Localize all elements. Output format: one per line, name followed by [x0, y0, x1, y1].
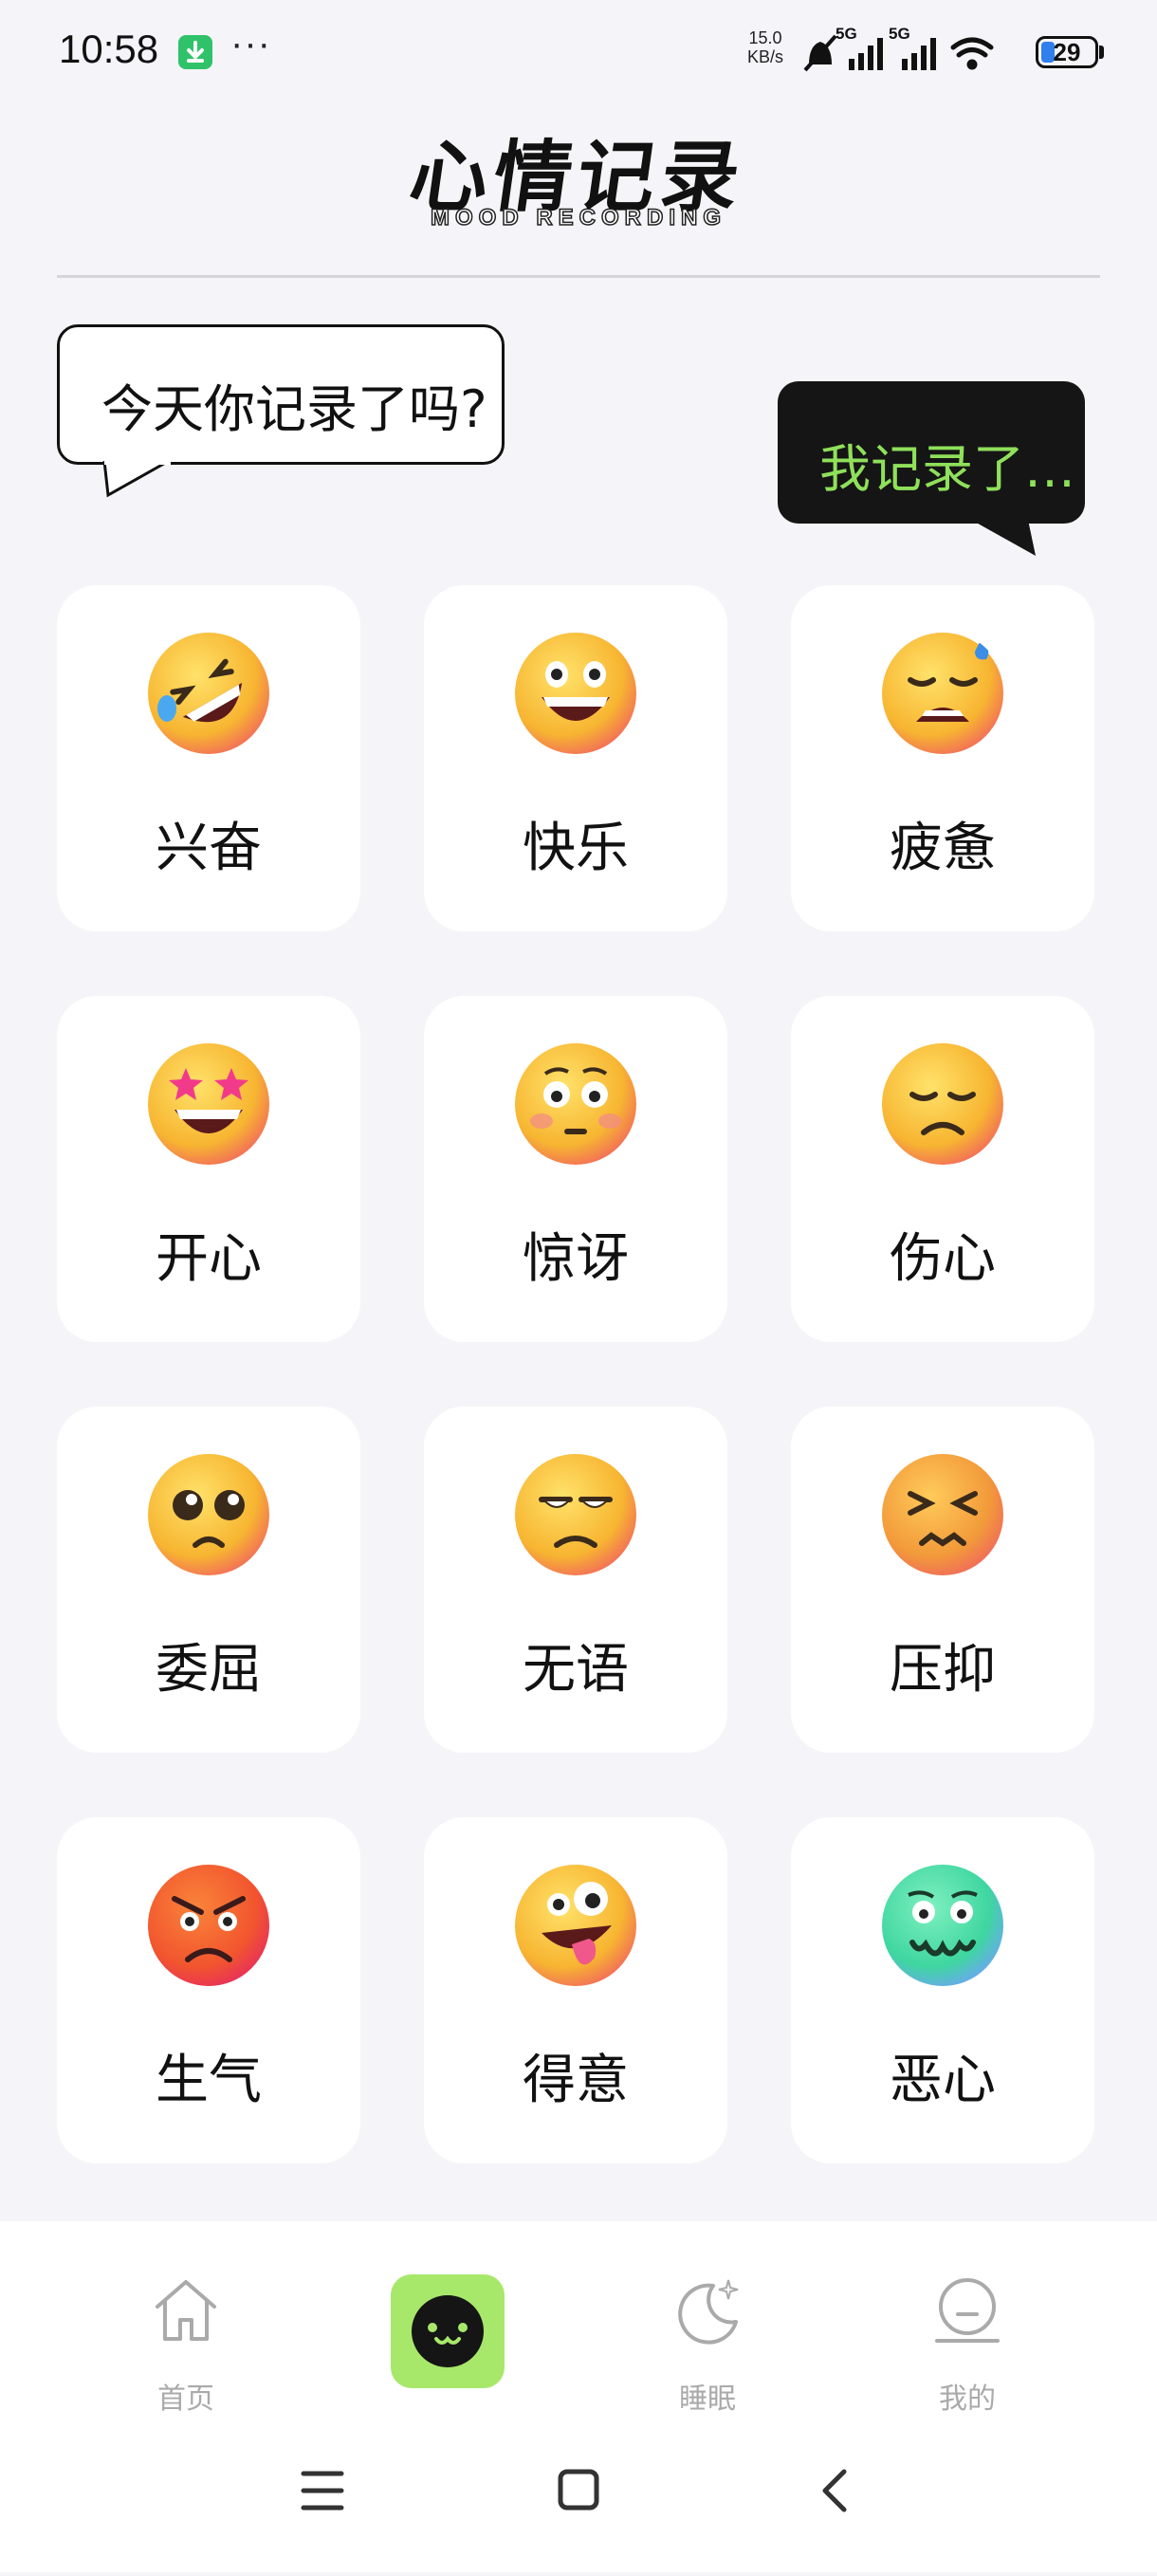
mood-label: 恶心 [890, 2050, 996, 2111]
battery-level: 29 [1053, 38, 1081, 66]
header-divider [57, 275, 1100, 278]
status-time: 10:58 [59, 27, 159, 71]
sad-emoji-icon [882, 1043, 1003, 1165]
mood-label: 伤心 [890, 1228, 996, 1290]
network-type-1: 5G [836, 25, 857, 43]
grinning-emoji-icon [515, 633, 636, 754]
nauseated-emoji-icon [882, 1865, 1003, 1986]
question-bubble-tail [102, 461, 171, 498]
mood-card-angry[interactable]: 生气 [57, 1817, 360, 2163]
answer-bubble: 我记录了… [778, 381, 1085, 524]
flushed-emoji-icon [515, 1043, 636, 1165]
wifi-icon [950, 37, 994, 70]
mood-face-icon [412, 2295, 484, 2367]
mute-bell-icon [803, 34, 837, 72]
zany-emoji-icon [515, 1865, 636, 1986]
tab-home[interactable]: 首页 [91, 2272, 281, 2416]
tab-label: 睡眠 [679, 2383, 736, 2416]
mood-card-surprised[interactable]: 惊讶 [424, 996, 727, 1342]
network-type-2: 5G [889, 25, 910, 43]
speed-unit: KB/s [747, 47, 784, 66]
tab-profile[interactable]: 我的 [872, 2272, 1062, 2416]
mood-card-speechless[interactable]: 无语 [424, 1407, 727, 1753]
mood-label: 得意 [523, 2050, 629, 2111]
tired-sweat-emoji-icon [882, 633, 1003, 754]
home-nav-icon[interactable] [558, 2469, 599, 2511]
mood-label: 快乐 [523, 818, 629, 879]
answer-text: 我记录了… [819, 439, 1075, 499]
unamused-emoji-icon [515, 1454, 636, 1575]
mood-label: 生气 [156, 2050, 262, 2111]
tab-sleep[interactable]: 睡眠 [613, 2272, 802, 2416]
battery-tip [1099, 46, 1104, 59]
mood-card-tired[interactable]: 疲惫 [791, 585, 1094, 931]
system-nav-bar [0, 2428, 1157, 2572]
network-speed: 15.0 KB/s [747, 28, 783, 66]
mood-label: 疲惫 [890, 818, 996, 879]
mood-card-wronged[interactable]: 委屈 [57, 1407, 360, 1753]
status-bar: 10:58 ··· 15.0 KB/s 5G 5G 29 [0, 0, 1157, 104]
battery-icon: 29 [1036, 36, 1098, 68]
speed-value: 15.0 [748, 28, 782, 47]
tab-label: 首页 [157, 2383, 214, 2416]
mood-card-happy[interactable]: 快乐 [424, 585, 727, 931]
more-notifications-icon: ··· [230, 23, 271, 64]
question-bubble: 今天你记录了吗? [57, 324, 505, 465]
question-text: 今天你记录了吗? [101, 379, 487, 439]
mood-card-joyful[interactable]: 开心 [57, 996, 360, 1342]
star-struck-emoji-icon [148, 1043, 269, 1165]
mood-card-smug[interactable]: 得意 [424, 1817, 727, 2163]
answer-bubble-tail [971, 520, 1036, 556]
mood-label: 无语 [523, 1639, 629, 1701]
tab-mood[interactable] [391, 2274, 505, 2388]
mood-label: 开心 [156, 1228, 262, 1290]
mood-label: 委屈 [156, 1639, 262, 1701]
confounded-emoji-icon [882, 1454, 1003, 1575]
mood-card-disgusted[interactable]: 恶心 [791, 1817, 1094, 2163]
mood-label: 压抑 [890, 1639, 996, 1701]
tab-label: 我的 [939, 2383, 996, 2416]
angry-emoji-icon [148, 1865, 269, 1986]
pleading-emoji-icon [148, 1454, 269, 1575]
profile-icon [935, 2278, 1000, 2343]
menu-nav-icon[interactable] [301, 2471, 344, 2511]
mood-card-depressed[interactable]: 压抑 [791, 1407, 1094, 1753]
mood-card-sad[interactable]: 伤心 [791, 996, 1094, 1342]
moon-icon [678, 2279, 739, 2345]
home-icon [156, 2280, 216, 2341]
page-subtitle: MOOD RECORDING [430, 204, 726, 231]
back-nav-icon[interactable] [822, 2469, 847, 2512]
mood-label: 兴奋 [156, 818, 262, 879]
mood-label: 惊讶 [523, 1228, 629, 1290]
download-icon [178, 35, 212, 69]
mood-card-excited[interactable]: 兴奋 [57, 585, 360, 931]
rofl-emoji-icon [148, 633, 269, 754]
